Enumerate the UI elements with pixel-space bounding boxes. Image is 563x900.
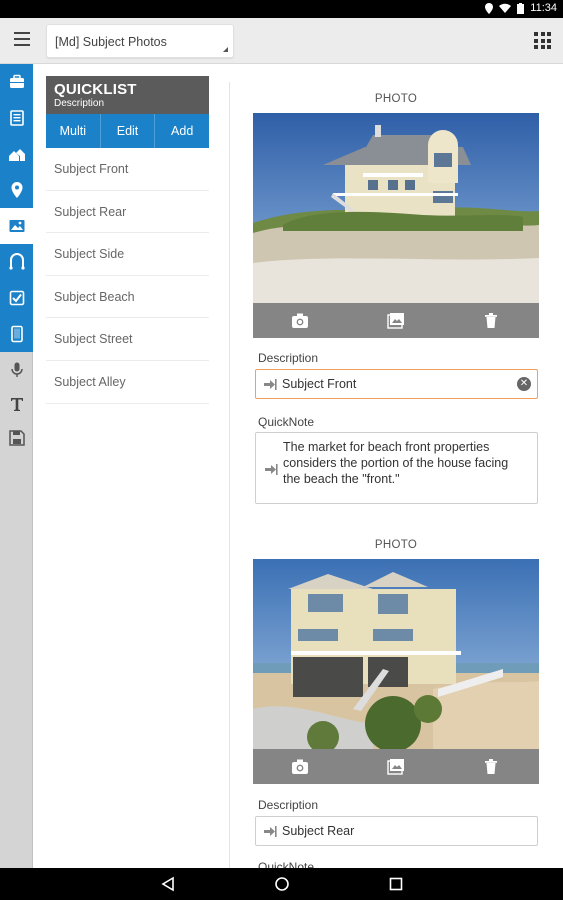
multi-button[interactable]: Multi — [46, 114, 101, 148]
page-selector[interactable]: [Md] Subject Photos — [46, 24, 234, 58]
side-rail — [0, 64, 33, 868]
gallery-icon[interactable] — [387, 758, 405, 775]
menu-icon[interactable] — [14, 32, 30, 46]
text-icon[interactable] — [0, 386, 33, 422]
quicknote-value: The market for beach front properties co… — [283, 440, 509, 486]
quicklist-items: Subject Front Subject Rear Subject Side … — [46, 148, 209, 404]
subject-front-photo[interactable] — [253, 113, 539, 303]
quicknote-label: QuickNote — [258, 415, 315, 429]
subject-rear-photo[interactable] — [253, 559, 539, 749]
gallery-icon[interactable] — [387, 312, 405, 329]
edit-button[interactable]: Edit — [101, 114, 156, 148]
photo-section-label: PHOTO — [374, 93, 418, 105]
quicklist-header: QUICKLIST Description — [46, 76, 209, 114]
photo-section-label: PHOTO — [374, 539, 418, 551]
photo-toolbar — [253, 303, 539, 338]
list-item[interactable]: Subject Alley — [46, 361, 209, 404]
microphone-icon[interactable] — [0, 352, 33, 388]
quicklist-title: QUICKLIST — [54, 81, 137, 98]
trash-icon[interactable] — [482, 312, 500, 329]
panel-divider — [229, 82, 230, 868]
houses-icon[interactable] — [0, 136, 33, 172]
location-icon — [485, 2, 494, 14]
list-item[interactable]: Subject Front — [46, 148, 209, 191]
top-bar: [Md] Subject Photos — [0, 18, 563, 64]
sign-in-icon[interactable] — [263, 825, 277, 838]
briefcase-icon[interactable] — [0, 64, 33, 100]
system-nav-bar — [0, 868, 563, 900]
checklist-icon[interactable] — [0, 280, 33, 316]
apps-grid-icon[interactable] — [534, 32, 551, 49]
save-icon[interactable] — [0, 420, 33, 456]
photo-toolbar — [253, 749, 539, 784]
quicklist-panel: QUICKLIST Description Multi Edit Add Sub… — [46, 76, 209, 404]
tablet-icon[interactable] — [0, 316, 33, 352]
description-field[interactable]: Subject Front ✕ — [255, 369, 538, 399]
wifi-icon — [499, 3, 512, 13]
battery-icon — [517, 2, 525, 14]
camera-icon[interactable] — [291, 312, 309, 329]
list-item[interactable]: Subject Side — [46, 233, 209, 276]
list-item[interactable]: Subject Street — [46, 318, 209, 361]
list-item[interactable]: Subject Beach — [46, 276, 209, 319]
page-selector-value: [Md] Subject Photos — [55, 35, 167, 49]
sign-in-icon[interactable] — [264, 463, 278, 476]
dropdown-caret-icon — [223, 47, 228, 52]
quicknote-label: QuickNote — [258, 860, 315, 868]
form-icon[interactable] — [0, 100, 33, 136]
back-icon[interactable] — [160, 876, 176, 892]
description-field[interactable]: Subject Rear — [255, 816, 538, 846]
description-label: Description — [258, 351, 319, 365]
add-button[interactable]: Add — [155, 114, 209, 148]
status-bar: 11:34 — [0, 0, 563, 18]
description-value: Subject Rear — [282, 824, 355, 838]
quicklist-subtitle: Description — [54, 98, 105, 109]
list-item[interactable]: Subject Rear — [46, 191, 209, 234]
sketch-icon[interactable] — [0, 244, 33, 280]
sign-in-icon[interactable] — [263, 378, 277, 391]
map-pin-icon[interactable] — [0, 172, 33, 208]
trash-icon[interactable] — [482, 758, 500, 775]
description-value: Subject Front — [282, 377, 357, 391]
quicklist-actions: Multi Edit Add — [46, 114, 209, 148]
camera-icon[interactable] — [291, 758, 309, 775]
home-icon[interactable] — [274, 876, 290, 892]
photo-icon[interactable] — [0, 208, 33, 244]
quicknote-field[interactable]: The market for beach front properties co… — [255, 432, 538, 504]
description-label: Description — [258, 798, 319, 812]
clear-icon[interactable]: ✕ — [517, 377, 531, 391]
recents-icon[interactable] — [388, 876, 404, 892]
clock: 11:34 — [530, 2, 557, 14]
